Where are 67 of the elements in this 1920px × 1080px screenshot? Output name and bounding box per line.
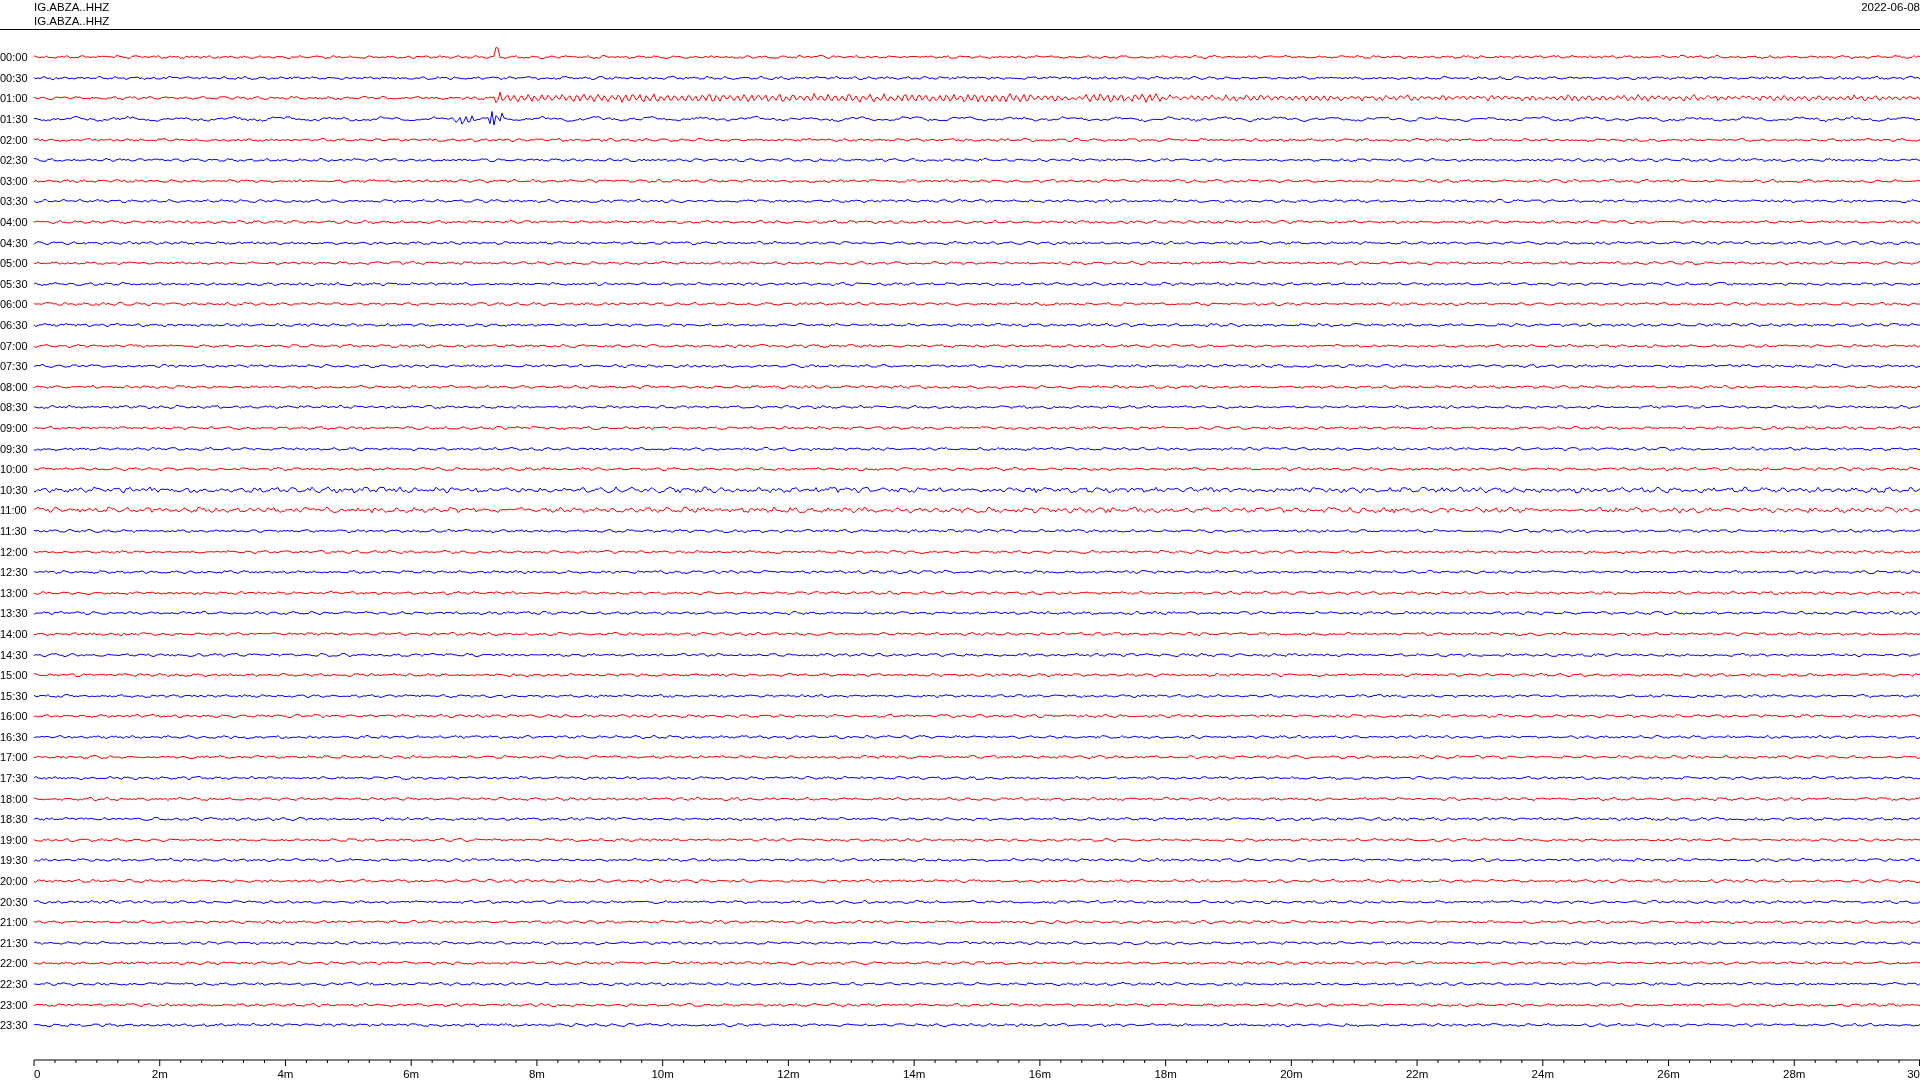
row-time-label: 14:30 <box>0 648 29 661</box>
axis-tick-label: 0 <box>34 1068 41 1080</box>
row-time-label: 04:30 <box>0 236 29 249</box>
row-time-label: 03:30 <box>0 195 29 208</box>
row-time-label: 09:00 <box>0 422 29 434</box>
row-time-label: 10:00 <box>0 463 29 476</box>
row-time-label: 21:30 <box>0 936 29 949</box>
row-time-label: 16:00 <box>0 710 29 723</box>
row-time-label: 17:00 <box>0 751 29 764</box>
axis-tick-label: 20m <box>1280 1068 1303 1080</box>
row-time-label: 08:00 <box>0 380 29 393</box>
row-time-label: 10:30 <box>0 483 29 496</box>
row-time-label: 07:30 <box>0 360 29 373</box>
row-time-label: 23:30 <box>0 1019 29 1032</box>
row-time-label: 22:30 <box>0 978 29 990</box>
row-time-label: 02:00 <box>0 133 29 146</box>
axis-tick-label: 8m <box>528 1068 545 1080</box>
row-time-label: 20:00 <box>0 875 29 888</box>
row-time-label: 14:00 <box>0 627 29 640</box>
axis-tick-label: 2m <box>151 1068 168 1080</box>
axis-tick-label: 30 <box>1907 1068 1920 1080</box>
row-time-label: 12:30 <box>0 566 29 579</box>
axis-tick-label: 10m <box>651 1068 674 1080</box>
axis-tick-label: 6m <box>403 1068 420 1080</box>
row-time-label: 09:30 <box>0 442 29 455</box>
row-time-label: 15:30 <box>0 689 29 702</box>
axis-tick-label: 26m <box>1657 1068 1680 1080</box>
row-time-label: 17:30 <box>0 772 29 785</box>
row-time-label: 07:00 <box>0 339 29 352</box>
row-time-label: 01:30 <box>0 113 29 126</box>
row-time-label: 20:30 <box>0 895 29 908</box>
axis-tick-label: 24m <box>1531 1068 1554 1080</box>
axis-tick-label: 4m <box>277 1068 294 1080</box>
axis-tick-label: 12m <box>777 1068 800 1080</box>
row-time-label: 23:00 <box>0 998 29 1011</box>
row-time-label: 13:00 <box>0 586 29 599</box>
row-time-label: 03:00 <box>0 174 29 187</box>
row-time-label: 11:00 <box>0 504 28 517</box>
axis-tick-label: 22m <box>1405 1068 1429 1080</box>
row-time-label: 11:30 <box>0 524 28 537</box>
row-time-label: 08:30 <box>0 401 29 414</box>
row-time-label: 06:30 <box>0 319 29 331</box>
station-label: IG.ABZA..HHZ <box>34 0 110 14</box>
row-time-label: 04:00 <box>0 216 29 229</box>
row-time-label: 00:30 <box>0 71 29 84</box>
row-time-label: 12:00 <box>0 545 29 558</box>
row-time-label: 18:00 <box>0 792 29 805</box>
date-label: 2022-06-08 <box>1861 0 1920 15</box>
row-time-label: 22:00 <box>0 957 29 970</box>
axis-tick-label: 18m <box>1154 1068 1177 1080</box>
row-time-label: 16:30 <box>0 730 29 743</box>
row-time-label: 13:30 <box>0 607 29 620</box>
row-time-label: 02:30 <box>0 154 29 167</box>
row-time-label: 05:00 <box>0 257 29 270</box>
row-time-label: 19:00 <box>0 833 29 846</box>
row-time-label: 05:30 <box>0 277 29 290</box>
axis-tick-label: 28m <box>1783 1068 1806 1080</box>
row-time-label: 21:00 <box>0 916 29 929</box>
row-time-label: 01:00 <box>0 92 29 105</box>
axis-tick-label: 14m <box>902 1068 926 1080</box>
row-time-label: 18:30 <box>0 813 29 826</box>
row-time-label: 19:30 <box>0 854 29 867</box>
station-label: IG.ABZA..HHZ <box>34 14 110 28</box>
row-time-label: 00:00 <box>0 51 29 64</box>
row-time-label: 15:00 <box>0 669 29 682</box>
row-time-label: 06:00 <box>0 298 29 311</box>
axis-tick-label: 16m <box>1028 1068 1052 1080</box>
